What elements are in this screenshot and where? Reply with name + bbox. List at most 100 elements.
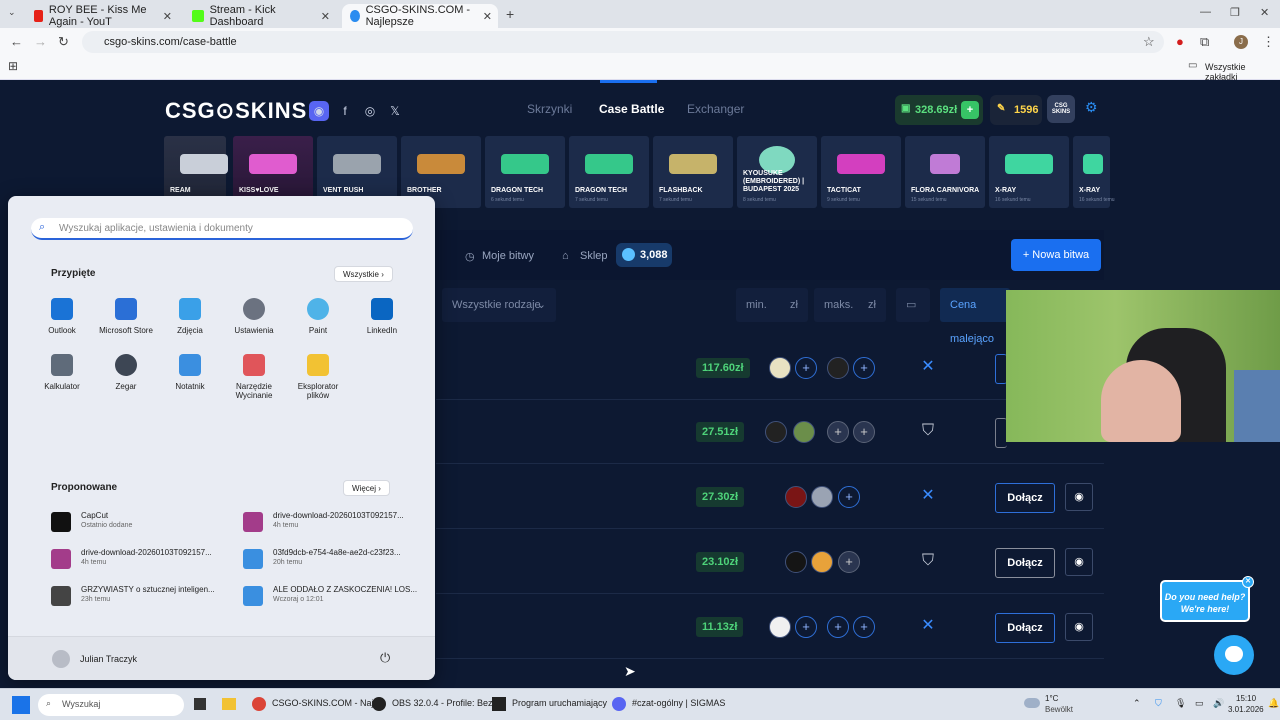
max-price-input[interactable]: maks. zł <box>814 288 886 322</box>
all-apps-button[interactable]: Wszystkie › <box>334 266 393 282</box>
chrome-icon[interactable] <box>252 697 266 711</box>
app-microsoft-store[interactable]: Microsoft Store <box>96 298 156 335</box>
start-search-input[interactable]: ⌕ Wyszukaj aplikacje, ustawienia i dokum… <box>31 218 413 240</box>
taskbar-app-obs[interactable]: OBS 32.0.4 - Profile: Bez <box>392 698 493 708</box>
feed-item[interactable]: FLORA CARNIVORA 15 sekund temu <box>905 136 985 208</box>
app-notepad[interactable]: Notatnik <box>160 354 220 391</box>
restore-icon[interactable]: ❐ <box>1230 6 1240 19</box>
app-settings[interactable]: Ustawienia <box>224 298 284 335</box>
join-slot-plus-icon[interactable]: + <box>838 486 860 508</box>
weather-desc[interactable]: Bewölkt <box>1045 705 1073 714</box>
player-avatar[interactable] <box>765 421 787 443</box>
notification-bell-icon[interactable]: 🔔 <box>1268 698 1279 709</box>
join-button[interactable]: Dołącz <box>995 613 1055 643</box>
weather-temp[interactable]: 1°C <box>1045 694 1058 703</box>
player-avatar[interactable] <box>769 357 791 379</box>
windows-start-icon[interactable] <box>12 696 30 714</box>
chat-bubble[interactable]: Do you need help? We're here! ✕ <box>1160 576 1254 622</box>
opera-icon[interactable]: ● <box>1176 34 1184 49</box>
eye-icon[interactable]: ◉ <box>1065 548 1093 576</box>
discord-icon[interactable] <box>612 697 626 711</box>
discord-icon[interactable]: ◉ <box>309 101 329 121</box>
all-bookmarks[interactable]: Wszystkie zakładki <box>1205 62 1280 82</box>
player-avatar[interactable] <box>785 486 807 508</box>
shop-link[interactable]: Sklep <box>580 250 608 262</box>
feed-item[interactable]: DRAGON TECH 6 sekund temu <box>485 136 565 208</box>
chat-launcher-button[interactable] <box>1214 635 1254 675</box>
close-icon[interactable]: ✕ <box>321 10 330 23</box>
reload-icon[interactable]: ↻ <box>58 34 69 50</box>
min-price-input[interactable]: min. zł <box>736 288 808 322</box>
player-avatar[interactable] <box>827 357 849 379</box>
app-outlook[interactable]: Outlook <box>32 298 92 335</box>
file-explorer-icon[interactable] <box>222 698 236 710</box>
close-icon[interactable]: ✕ <box>163 10 172 23</box>
player-avatar[interactable] <box>811 486 833 508</box>
join-slot-plus-icon[interactable]: + <box>838 551 860 573</box>
sort-select[interactable]: Cena malejąco <box>940 288 1010 345</box>
task-view-icon[interactable] <box>194 698 206 710</box>
eye-icon[interactable]: ◉ <box>1065 613 1093 641</box>
obs-icon[interactable] <box>372 697 386 711</box>
app-photos[interactable]: Zdjęcia <box>160 298 220 335</box>
microphone-icon[interactable]: 🎙 <box>1175 698 1186 709</box>
security-icon[interactable]: ⛉ <box>1155 698 1162 709</box>
battle-type-select[interactable]: Wszystkie rodzaje ⌄ <box>442 288 556 322</box>
join-button[interactable]: Dołącz <box>995 483 1055 513</box>
app-paint[interactable]: Paint <box>288 298 348 335</box>
taskbar-app-chrome[interactable]: CSGO-SKINS.COM - Naj <box>272 698 374 708</box>
tab-kick[interactable]: Stream - Kick Dashboard ✕ <box>184 4 336 28</box>
nav-skrzynki[interactable]: Skrzynki <box>527 102 572 116</box>
forward-icon[interactable]: → <box>34 34 47 49</box>
join-button[interactable]: Dołącz <box>995 548 1055 578</box>
player-avatar[interactable] <box>785 551 807 573</box>
app-linkedin[interactable]: LinkedIn <box>352 298 412 335</box>
power-icon[interactable]: ⏻ <box>380 650 390 666</box>
join-slot-plus-icon[interactable]: + <box>827 421 849 443</box>
join-slot-plus-icon[interactable]: + <box>827 616 849 638</box>
gold-display[interactable]: ✎ 1596 <box>990 95 1042 125</box>
user-avatar-icon[interactable] <box>52 650 70 668</box>
balance-display[interactable]: ▣ 328.69zł + <box>895 95 983 125</box>
feed-item[interactable]: X-RAY 16 sekund temu <box>1073 136 1115 208</box>
settings-gear-icon[interactable]: ⚙ <box>1085 99 1098 116</box>
app-clock[interactable]: Zegar <box>96 354 156 391</box>
close-icon[interactable]: ✕ <box>1242 576 1254 588</box>
clock-time[interactable]: 15:10 <box>1236 694 1256 703</box>
network-icon[interactable]: ▭ <box>1195 698 1204 709</box>
avatar[interactable]: J <box>1234 35 1248 49</box>
deposit-plus-icon[interactable]: + <box>961 101 979 119</box>
close-window-icon[interactable]: ✕ <box>1260 6 1269 19</box>
facebook-icon[interactable]: f <box>335 101 355 121</box>
join-slot-plus-icon[interactable]: + <box>795 616 817 638</box>
tab-youtube[interactable]: ROY BEE - Kiss Me Again - YouT ✕ <box>26 4 178 28</box>
tab-csgo-skins[interactable]: CSGO-SKINS.COM - Najlepsze ✕ <box>342 4 498 28</box>
x-twitter-icon[interactable]: 𝕏 <box>385 101 405 121</box>
clock-date[interactable]: 3.01.2026 <box>1228 705 1264 714</box>
player-avatar[interactable] <box>811 551 833 573</box>
join-slot-plus-icon[interactable]: + <box>853 421 875 443</box>
user-name[interactable]: Julian Traczyk <box>80 654 137 664</box>
minimize-icon[interactable]: — <box>1200 6 1211 18</box>
app-calculator[interactable]: Kalkulator <box>32 354 92 391</box>
feed-item[interactable]: KYOUSUKE (EMBROIDERED) | BUDAPEST 2025 8… <box>737 136 817 208</box>
close-icon[interactable]: ✕ <box>483 10 492 23</box>
feed-item[interactable]: TACTICAT 9 sekund temu <box>821 136 901 208</box>
player-avatar[interactable] <box>793 421 815 443</box>
instagram-icon[interactable]: ◎ <box>360 101 380 121</box>
extensions-icon[interactable]: ⧉ <box>1200 34 1209 50</box>
join-slot-plus-icon[interactable]: + <box>853 616 875 638</box>
eye-icon[interactable]: ◉ <box>1065 483 1093 511</box>
taskbar-search-input[interactable]: ⌕ Wyszukaj <box>38 694 184 716</box>
player-avatar[interactable] <box>769 616 791 638</box>
tab-search-icon[interactable]: ⌄ <box>8 7 16 18</box>
site-logo[interactable]: CSG⊙SKINS <box>165 98 307 124</box>
app-file-explorer[interactable]: Eksplorator plików <box>288 354 348 400</box>
nav-exchanger[interactable]: Exchanger <box>687 102 744 116</box>
user-avatar[interactable]: CSG SKINS <box>1047 95 1075 123</box>
feed-item[interactable]: DRAGON TECH 7 sekund temu <box>569 136 649 208</box>
app-snipping-tool[interactable]: Narzędzie Wycinanie <box>224 354 284 400</box>
chevron-up-icon[interactable]: ⌃ <box>1133 698 1141 709</box>
join-slot-plus-icon[interactable]: + <box>795 357 817 379</box>
volume-icon[interactable]: 🔊 <box>1213 698 1224 709</box>
